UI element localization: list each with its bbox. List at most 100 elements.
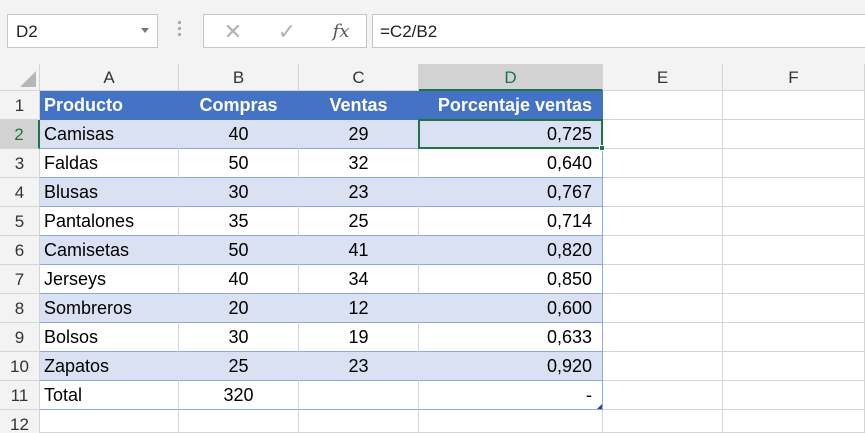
row-header-10[interactable]: 10 (0, 352, 40, 381)
cell-b11[interactable]: 320 (179, 381, 299, 410)
cell-a2[interactable]: Camisas (40, 120, 179, 149)
cell-b8[interactable]: 20 (179, 294, 299, 323)
cell-f2[interactable] (723, 120, 865, 149)
row-header-3[interactable]: 3 (0, 149, 40, 178)
row-header-2[interactable]: 2 (0, 120, 40, 149)
row-header-8[interactable]: 8 (0, 294, 40, 323)
chevron-down-icon[interactable] (141, 28, 149, 33)
row-header-9[interactable]: 9 (0, 323, 40, 352)
cell-a9[interactable]: Bolsos (40, 323, 179, 352)
formula-input[interactable]: =C2/B2 (372, 14, 865, 48)
cell-f7[interactable] (723, 265, 865, 294)
column-header-f[interactable]: F (723, 64, 865, 91)
cell-b4[interactable]: 30 (179, 178, 299, 207)
cell-c4[interactable]: 23 (299, 178, 419, 207)
cell-a10[interactable]: Zapatos (40, 352, 179, 381)
cell-c3[interactable]: 32 (299, 149, 419, 178)
check-icon[interactable]: ✓ (272, 19, 302, 45)
column-header-e[interactable]: E (603, 64, 723, 91)
fill-handle[interactable] (599, 145, 605, 151)
cell-a12[interactable] (40, 410, 179, 433)
cell-d2[interactable]: 0,725 (419, 120, 603, 149)
cell-c2[interactable]: 29 (299, 120, 419, 149)
cell-f9[interactable] (723, 323, 865, 352)
row-header-5[interactable]: 5 (0, 207, 40, 236)
cell-b10[interactable]: 25 (179, 352, 299, 381)
cell-d11[interactable]: - (419, 381, 603, 410)
close-icon[interactable]: ✕ (218, 19, 248, 45)
row-header-4[interactable]: 4 (0, 178, 40, 207)
cell-e2[interactable] (603, 120, 723, 149)
cell-c9[interactable]: 19 (299, 323, 419, 352)
cell-d1[interactable]: Porcentaje ventas (419, 91, 603, 120)
cell-c10[interactable]: 23 (299, 352, 419, 381)
cell-d4[interactable]: 0,767 (419, 178, 603, 207)
row-header-1[interactable]: 1 (0, 91, 40, 120)
name-box[interactable]: D2 (7, 14, 158, 48)
select-all-corner[interactable] (0, 64, 40, 91)
cell-e8[interactable] (603, 294, 723, 323)
cell-e6[interactable] (603, 236, 723, 265)
row-header-11[interactable]: 11 (0, 381, 40, 410)
cell-e7[interactable] (603, 265, 723, 294)
cell-d12[interactable] (419, 410, 603, 433)
cell-e9[interactable] (603, 323, 723, 352)
cell-d5[interactable]: 0,714 (419, 207, 603, 236)
cell-a7[interactable]: Jerseys (40, 265, 179, 294)
cell-f6[interactable] (723, 236, 865, 265)
cell-a1[interactable]: Producto (40, 91, 179, 120)
cell-b7[interactable]: 40 (179, 265, 299, 294)
cell-f4[interactable] (723, 178, 865, 207)
cell-e5[interactable] (603, 207, 723, 236)
cell-c8[interactable]: 12 (299, 294, 419, 323)
cell-a6[interactable]: Camisetas (40, 236, 179, 265)
cell-e4[interactable] (603, 178, 723, 207)
cell-d8[interactable]: 0,600 (419, 294, 603, 323)
cell-f11[interactable] (723, 381, 865, 410)
cell-e1[interactable] (603, 91, 723, 120)
cell-d9[interactable]: 0,633 (419, 323, 603, 352)
cell-f12[interactable] (723, 410, 865, 433)
drag-grip-icon[interactable] (178, 21, 182, 41)
row-header-7[interactable]: 7 (0, 265, 40, 294)
cell-c7[interactable]: 34 (299, 265, 419, 294)
cell-d3[interactable]: 0,640 (419, 149, 603, 178)
cell-e11[interactable] (603, 381, 723, 410)
cell-a8[interactable]: Sombreros (40, 294, 179, 323)
cell-f1[interactable] (723, 91, 865, 120)
cell-f10[interactable] (723, 352, 865, 381)
cell-c6[interactable]: 41 (299, 236, 419, 265)
cell-f8[interactable] (723, 294, 865, 323)
cell-d6[interactable]: 0,820 (419, 236, 603, 265)
column-header-c[interactable]: C (299, 64, 419, 91)
cell-c12[interactable] (299, 410, 419, 433)
row-header-6[interactable]: 6 (0, 236, 40, 265)
cell-a11[interactable]: Total (40, 381, 179, 410)
cell-d10[interactable]: 0,920 (419, 352, 603, 381)
cell-a4[interactable]: Blusas (40, 178, 179, 207)
cell-b2[interactable]: 40 (179, 120, 299, 149)
spreadsheet-grid[interactable]: A B C D E F 1 2 3 4 5 6 7 8 9 10 11 12 Producto Compras Vent… (0, 64, 865, 433)
row-header-12[interactable]: 12 (0, 410, 40, 433)
cell-f5[interactable] (723, 207, 865, 236)
cell-b12[interactable] (179, 410, 299, 433)
cell-b6[interactable]: 50 (179, 236, 299, 265)
column-header-a[interactable]: A (40, 64, 179, 91)
cell-c1[interactable]: Ventas (299, 91, 419, 120)
cell-e12[interactable] (603, 410, 723, 433)
fx-icon[interactable]: fx (326, 19, 356, 45)
table-resize-handle[interactable] (597, 404, 602, 409)
column-header-d[interactable]: D (419, 64, 603, 91)
cell-b9[interactable]: 30 (179, 323, 299, 352)
cell-c5[interactable]: 25 (299, 207, 419, 236)
cell-b3[interactable]: 50 (179, 149, 299, 178)
cell-e10[interactable] (603, 352, 723, 381)
cell-b1[interactable]: Compras (179, 91, 299, 120)
column-header-b[interactable]: B (179, 64, 299, 91)
cell-e3[interactable] (603, 149, 723, 178)
cell-d7[interactable]: 0,850 (419, 265, 603, 294)
cell-a3[interactable]: Faldas (40, 149, 179, 178)
cell-a5[interactable]: Pantalones (40, 207, 179, 236)
cell-f3[interactable] (723, 149, 865, 178)
cell-b5[interactable]: 35 (179, 207, 299, 236)
